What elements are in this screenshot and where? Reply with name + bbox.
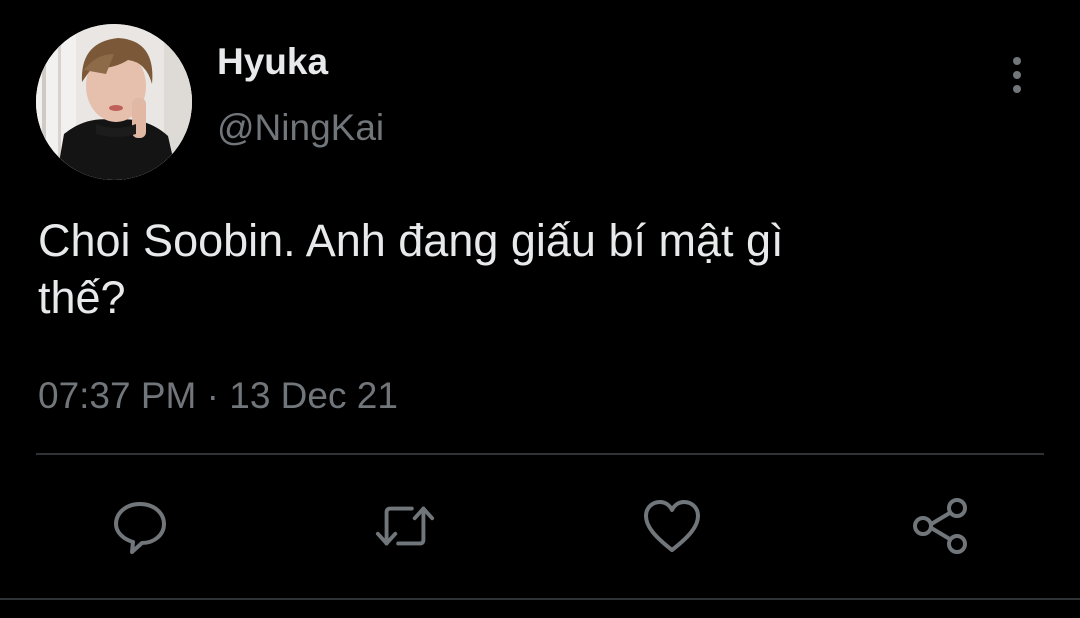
share-button[interactable] bbox=[908, 494, 972, 558]
more-dot-icon bbox=[1013, 85, 1021, 93]
more-dot-icon bbox=[1013, 57, 1021, 65]
reply-button[interactable] bbox=[108, 494, 172, 558]
retweet-button[interactable] bbox=[373, 494, 437, 558]
like-button[interactable] bbox=[640, 494, 704, 558]
divider bbox=[36, 453, 1044, 455]
author-avatar[interactable] bbox=[36, 24, 192, 180]
tweet-text: Choi Soobin. Anh đang giấu bí mật gì thế… bbox=[38, 212, 1038, 326]
author-handle[interactable]: @NingKai bbox=[217, 106, 384, 150]
tweet-text-line: thế? bbox=[38, 272, 126, 323]
more-dot-icon bbox=[1013, 71, 1021, 79]
tweet-timestamp[interactable]: 07:37 PM · 13 Dec 21 bbox=[38, 374, 398, 418]
share-icon bbox=[913, 498, 967, 554]
tweet-card: Hyuka @NingKai Choi Soobin. Anh đang giấ… bbox=[0, 0, 1080, 618]
more-options-button[interactable] bbox=[995, 50, 1039, 100]
avatar-photo bbox=[36, 24, 192, 180]
divider bbox=[0, 598, 1080, 600]
retweet-icon bbox=[375, 506, 435, 546]
reply-icon bbox=[114, 502, 166, 554]
author-display-name[interactable]: Hyuka bbox=[217, 40, 328, 84]
tweet-text-line: Choi Soobin. Anh đang giấu bí mật gì bbox=[38, 215, 784, 266]
heart-icon bbox=[644, 500, 700, 552]
